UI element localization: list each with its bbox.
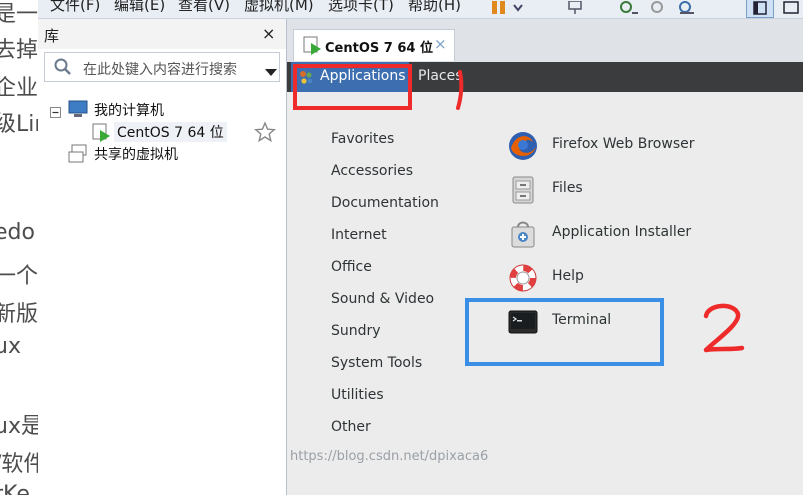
bg-text-fragment: 企业 bbox=[0, 76, 38, 101]
help-lifebuoy-icon bbox=[507, 262, 539, 294]
tree-shared-vms[interactable]: 共享的虚拟机 bbox=[94, 144, 178, 164]
menu-tabs[interactable]: 选项卡(T) bbox=[328, 0, 394, 15]
suspend-icon[interactable] bbox=[490, 0, 508, 14]
category-sundry[interactable]: Sundry bbox=[331, 323, 381, 339]
send-keys-icon[interactable] bbox=[566, 0, 584, 14]
bg-text-fragment: edo bbox=[0, 220, 35, 245]
app-files[interactable]: Files bbox=[507, 174, 767, 206]
bg-text-fragment: rKe bbox=[0, 482, 30, 495]
app-application-installer[interactable]: Application Installer bbox=[507, 218, 767, 250]
firefox-icon bbox=[507, 130, 539, 162]
dropdown-arrow-icon[interactable] bbox=[265, 63, 277, 82]
app-label: Firefox Web Browser bbox=[552, 136, 695, 152]
bg-text-fragment: 去掉 bbox=[0, 38, 38, 63]
vm-tree: 我的计算机 CentOS 7 64 位 共享的虚拟机 bbox=[38, 95, 286, 495]
category-documentation[interactable]: Documentation bbox=[331, 195, 439, 211]
bg-text-fragment: 新版 bbox=[0, 302, 38, 327]
applications-menu: Favorites Accessories Documentation Inte… bbox=[287, 92, 803, 495]
shared-vms-icon bbox=[68, 144, 90, 168]
library-panel: 库 × 在此处键入内容进行搜索 我的计算机 CentOS 7 64 位 共享的虚… bbox=[38, 19, 287, 495]
category-office[interactable]: Office bbox=[331, 259, 372, 275]
category-internet[interactable]: Internet bbox=[331, 227, 387, 243]
library-search-field[interactable]: 在此处键入内容进行搜索 bbox=[44, 52, 280, 82]
computer-icon bbox=[68, 100, 88, 122]
menu-vm[interactable]: 虚拟机(M) bbox=[244, 0, 314, 15]
tab-label: CentOS 7 64 位 bbox=[325, 41, 433, 56]
tree-vm-centos[interactable]: CentOS 7 64 位 bbox=[114, 122, 227, 142]
annotation-red-box bbox=[293, 64, 412, 110]
menu-edit[interactable]: 编辑(E) bbox=[114, 0, 165, 15]
annotation-number-1 bbox=[446, 66, 476, 114]
snapshot-manager-icon[interactable] bbox=[676, 0, 694, 14]
bg-text-fragment: /软件 bbox=[0, 452, 38, 477]
menubar: 文件(F) 编辑(E) 查看(V) 虚拟机(M) 选项卡(T) 帮助(H) bbox=[38, 0, 803, 19]
collapse-toggle-icon[interactable] bbox=[50, 103, 61, 122]
chevron-down-icon[interactable] bbox=[512, 0, 530, 14]
category-accessories[interactable]: Accessories bbox=[331, 163, 413, 179]
watermark: https://blog.csdn.net/dpixaca6 bbox=[290, 449, 489, 464]
bg-text-fragment: 一个 bbox=[0, 264, 38, 289]
search-icon bbox=[54, 58, 72, 80]
app-firefox[interactable]: Firefox Web Browser bbox=[507, 130, 767, 162]
bg-text-fragment: ux是 bbox=[0, 414, 38, 439]
revert-snapshot-icon[interactable] bbox=[648, 0, 666, 14]
app-help[interactable]: Help bbox=[507, 262, 767, 294]
background-webpage: 是一 去掉 企业 级Lin edo 一个 新版 ux ux是 /软件 rKe bbox=[0, 0, 38, 495]
category-system-tools[interactable]: System Tools bbox=[331, 355, 422, 371]
vm-running-icon bbox=[303, 36, 323, 60]
bg-text-fragment: ux bbox=[0, 334, 21, 359]
bg-text-fragment: 级Lin bbox=[0, 112, 38, 137]
library-title: 库 bbox=[44, 27, 60, 45]
category-other[interactable]: Other bbox=[331, 419, 371, 435]
category-utilities[interactable]: Utilities bbox=[331, 387, 384, 403]
app-label: Application Installer bbox=[552, 224, 692, 240]
menu-view[interactable]: 查看(V) bbox=[178, 0, 230, 15]
library-view-icon[interactable] bbox=[746, 0, 774, 18]
tree-my-computer[interactable]: 我的计算机 bbox=[94, 100, 164, 120]
tab-close-button[interactable]: × bbox=[434, 35, 447, 53]
annotation-number-2 bbox=[700, 300, 748, 358]
app-label: Files bbox=[552, 180, 583, 196]
library-header: 库 × bbox=[38, 19, 286, 49]
favorite-star-icon[interactable] bbox=[253, 121, 277, 147]
installer-icon bbox=[507, 218, 539, 250]
tab-centos[interactable]: CentOS 7 64 位 × bbox=[293, 29, 455, 61]
files-icon bbox=[507, 174, 539, 206]
library-close-button[interactable]: × bbox=[262, 24, 275, 43]
fullscreen-icon[interactable] bbox=[782, 0, 800, 14]
search-placeholder: 在此处键入内容进行搜索 bbox=[83, 62, 237, 78]
category-favorites[interactable]: Favorites bbox=[331, 131, 394, 147]
snapshot-icon[interactable] bbox=[618, 0, 638, 14]
category-sound-video[interactable]: Sound & Video bbox=[331, 291, 434, 307]
menu-file[interactable]: 文件(F) bbox=[50, 0, 100, 15]
app-label: Help bbox=[552, 268, 584, 284]
annotation-blue-box bbox=[465, 298, 664, 366]
bg-text-fragment: 是一 bbox=[0, 2, 38, 27]
menu-help[interactable]: 帮助(H) bbox=[408, 0, 461, 15]
